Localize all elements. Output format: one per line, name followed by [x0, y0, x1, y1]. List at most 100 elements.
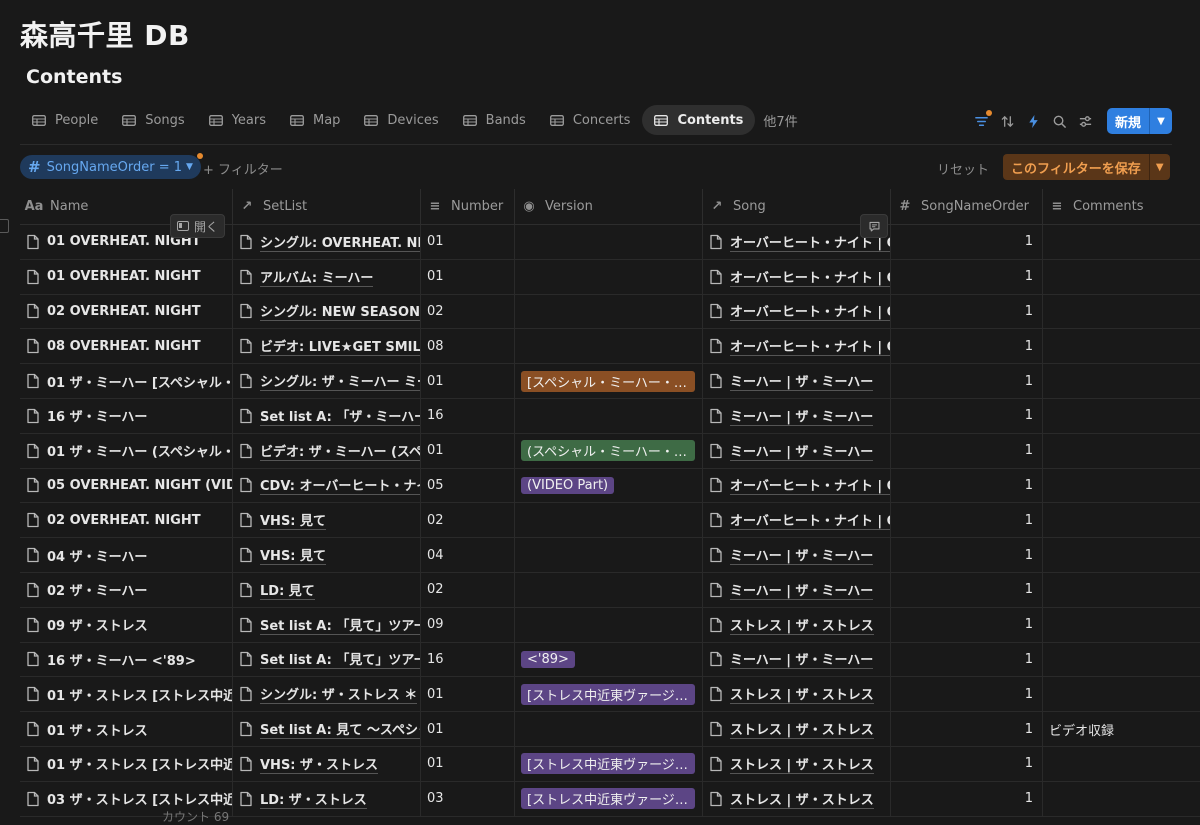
cell-setlist[interactable]: CDV: オーバーヒート・ナイト	[233, 468, 421, 503]
cell-song[interactable]: ストレス | ザ・ストレス	[703, 746, 891, 781]
cell-setlist[interactable]: Set list A: 「見て」ツアー	[233, 642, 421, 677]
cell-name[interactable]: 09 ザ・ストレス	[20, 607, 233, 642]
chevron-down-icon[interactable]: ▼	[1148, 154, 1170, 180]
cell-songnameorder[interactable]: 1	[891, 538, 1043, 572]
column-header-number[interactable]: ≡ Number	[421, 189, 515, 224]
cell-songnameorder[interactable]: 1	[891, 642, 1043, 677]
cell-setlist[interactable]: VHS: 見て	[233, 503, 421, 538]
cell-setlist[interactable]: Set list A: 「ザ・ミーハー」	[233, 398, 421, 433]
table-row[interactable]: 02 ザ・ミーハー LD: 見て 02 ミーハー | ザ・ミーハー 1	[20, 572, 1200, 608]
cell-version[interactable]: (スペシャル・ミーハー・ミックス)	[515, 433, 703, 468]
cell-songnameorder[interactable]: 1	[891, 712, 1043, 746]
cell-songnameorder[interactable]: 1	[891, 607, 1043, 642]
cell-setlist[interactable]: VHS: 見て	[233, 538, 421, 572]
cell-songnameorder[interactable]: 1	[891, 781, 1043, 816]
cell-song[interactable]: ストレス | ザ・ストレス	[703, 607, 891, 642]
cell-setlist[interactable]: シングル: OVERHEAT. NIGHT	[233, 225, 421, 259]
cell-song[interactable]: ミーハー | ザ・ミーハー	[703, 538, 891, 572]
cell-song[interactable]: ミーハー | ザ・ミーハー	[703, 642, 891, 677]
cell-name[interactable]: 04 ザ・ミーハー	[20, 538, 233, 572]
cell-song[interactable]: ストレス | ザ・ストレス	[703, 677, 891, 712]
automation-bolt-icon[interactable]	[1021, 108, 1047, 134]
cell-version[interactable]: <'89>	[515, 642, 703, 677]
more-views-button[interactable]: 他7件	[763, 111, 797, 130]
sort-icon[interactable]	[995, 108, 1021, 134]
cell-songnameorder[interactable]: 1	[891, 468, 1043, 503]
table-row[interactable]: 02 OVERHEAT. NIGHT シングル: NEW SEASON 02 オーバー…	[20, 294, 1200, 330]
cell-song[interactable]: オーバーヒート・ナイト | OVERHEAT. NIGHT	[703, 259, 891, 294]
cell-name[interactable]: 01 ザ・ストレス	[20, 712, 233, 746]
cell-songnameorder[interactable]: 1	[891, 225, 1043, 259]
tab-contents[interactable]: Contents	[642, 105, 756, 135]
cell-setlist[interactable]: シングル: ザ・ミーハー ミーハー	[233, 364, 421, 398]
table-row[interactable]: 04 ザ・ミーハー VHS: 見て 04 ミーハー | ザ・ミーハー 1	[20, 538, 1200, 573]
cell-setlist[interactable]: Set list A: 見て 〜スペシャル〜	[233, 712, 421, 746]
reset-button[interactable]: リセット	[937, 159, 989, 178]
cell-number[interactable]: 05	[421, 468, 515, 503]
cell-name[interactable]: 08 OVERHEAT. NIGHT	[20, 329, 233, 364]
cell-songnameorder[interactable]: 1	[891, 259, 1043, 294]
table-row[interactable]: 01 ザ・ストレス Set list A: 見て 〜スペシャル〜 01 ストレス | …	[20, 712, 1200, 747]
cell-version[interactable]: [ストレス中近東ヴァージョン]	[515, 677, 703, 712]
tab-bands[interactable]: Bands	[451, 105, 538, 135]
cell-song[interactable]: ミーハー | ザ・ミーハー	[703, 433, 891, 468]
add-filter-button[interactable]: + フィルター	[203, 159, 283, 178]
tab-years[interactable]: Years	[197, 105, 278, 135]
cell-comments[interactable]	[1043, 747, 1200, 781]
cell-version[interactable]: [スペシャル・ミーハー・ミックス]	[515, 364, 703, 398]
cell-comments[interactable]	[1043, 538, 1200, 572]
cell-setlist[interactable]: シングル: ザ・ストレス ＊	[233, 677, 421, 712]
table-row[interactable]: 08 OVERHEAT. NIGHT ビデオ: LIVE★GET SMILE 08 オ…	[20, 329, 1200, 365]
table-row[interactable]: 01 ザ・ミーハー (スペシャル・ミーハー・ミックス) ビデオ: ザ・ミーハー (…	[20, 433, 1200, 469]
cell-version[interactable]	[515, 538, 703, 572]
cell-name[interactable]: 02 OVERHEAT. NIGHT	[20, 294, 233, 329]
cell-comments[interactable]	[1043, 295, 1200, 329]
save-filter-button[interactable]: このフィルターを保存 ▼	[1003, 154, 1170, 180]
filter-chip[interactable]: # SongNameOrder = 1 ▼	[20, 153, 203, 179]
table-row[interactable]: 16 ザ・ミーハー Set list A: 「ザ・ミーハー」 16 ミーハー | ザ・…	[20, 398, 1200, 434]
cell-number[interactable]: 01	[421, 677, 515, 712]
tab-songs[interactable]: Songs	[110, 105, 196, 135]
table-row[interactable]: 01 ザ・ミーハー [スペシャル・ミーハー・ミックス] シングル: ザ・ミーハー …	[20, 364, 1200, 399]
cell-song[interactable]: ミーハー | ザ・ミーハー	[703, 398, 891, 433]
cell-comments[interactable]	[1043, 469, 1200, 503]
cell-number[interactable]: 01	[421, 364, 515, 398]
cell-version[interactable]: (VIDEO Part)	[515, 468, 703, 503]
cell-name[interactable]: 16 ザ・ミーハー <'89>	[20, 642, 233, 677]
cell-number[interactable]: 01	[421, 746, 515, 781]
tab-concerts[interactable]: Concerts	[538, 105, 643, 135]
table-row[interactable]: 01 OVERHEAT. NIGHT アルバム: ミーハー 01 オーバーヒート・ナイ…	[20, 259, 1200, 295]
cell-songnameorder[interactable]: 1	[891, 677, 1043, 712]
comment-button[interactable]	[860, 214, 888, 238]
cell-songnameorder[interactable]: 1	[891, 503, 1043, 538]
column-header-songnameorder[interactable]: # SongNameOrder	[891, 189, 1043, 224]
cell-songnameorder[interactable]: 1	[891, 329, 1043, 364]
cell-comments[interactable]	[1043, 782, 1200, 816]
cell-comments[interactable]	[1043, 399, 1200, 433]
tab-map[interactable]: Map	[278, 105, 352, 135]
cell-version[interactable]	[515, 398, 703, 433]
column-header-setlist[interactable]: ↗ SetList	[233, 189, 421, 224]
tab-people[interactable]: People	[20, 105, 110, 135]
cell-version[interactable]	[515, 329, 703, 364]
cell-name[interactable]: 05 OVERHEAT. NIGHT (VIDEO Part)	[20, 468, 233, 503]
search-icon[interactable]	[1047, 108, 1073, 134]
table-row[interactable]: 05 OVERHEAT. NIGHT (VIDEO Part) CDV: オーバー…	[20, 468, 1200, 504]
column-header-comments[interactable]: ≡ Comments	[1043, 189, 1200, 224]
table-row[interactable]: 09 ザ・ストレス Set list A: 「見て」ツアー 09 ストレス | ザ・ス…	[20, 607, 1200, 643]
cell-number[interactable]: 04	[421, 538, 515, 572]
cell-version[interactable]	[515, 607, 703, 642]
filter-icon[interactable]	[969, 108, 995, 134]
cell-number[interactable]: 02	[421, 294, 515, 329]
table-row[interactable]: 01 ザ・ストレス [ストレス中近東ヴァージョン] VHS: ザ・ストレス 01 [ス…	[20, 746, 1200, 782]
table-row[interactable]: 16 ザ・ミーハー <'89> Set list A: 「見て」ツアー 16 <'89…	[20, 642, 1200, 678]
cell-song[interactable]: ミーハー | ザ・ミーハー	[703, 364, 891, 398]
cell-song[interactable]: ストレス | ザ・ストレス	[703, 712, 891, 746]
cell-songnameorder[interactable]: 1	[891, 398, 1043, 433]
cell-version[interactable]	[515, 503, 703, 538]
settings-sliders-icon[interactable]	[1073, 108, 1099, 134]
cell-version[interactable]	[515, 294, 703, 329]
cell-number[interactable]: 02	[421, 572, 515, 607]
cell-comments[interactable]	[1043, 643, 1200, 677]
cell-name[interactable]: 01 ザ・ミーハー (スペシャル・ミーハー・ミックス)	[20, 433, 233, 468]
